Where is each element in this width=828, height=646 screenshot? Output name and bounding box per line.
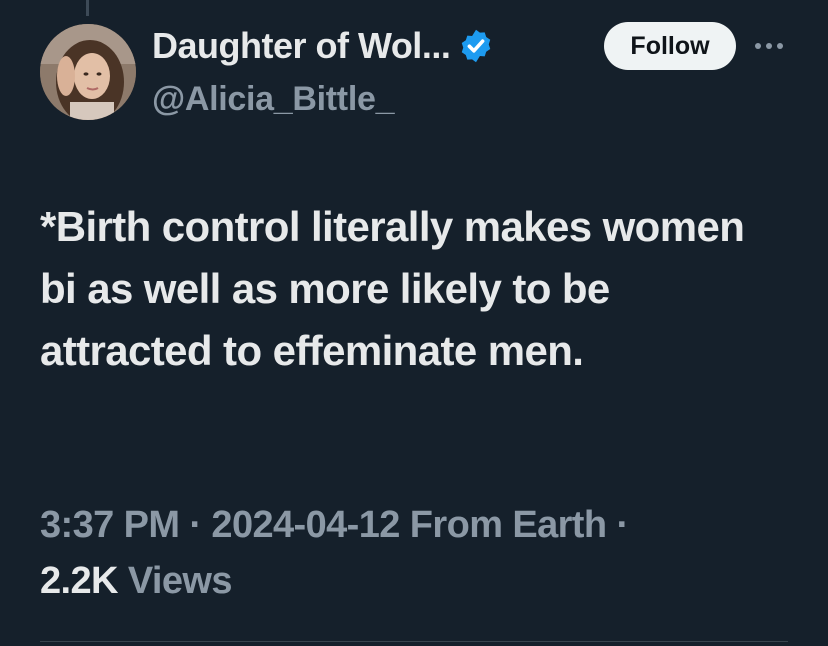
thread-connector-line [86,0,89,16]
avatar-image [40,24,136,120]
tweet-metadata: 3:37 PM · 2024-04-12 From Earth · [40,504,629,547]
bottom-divider [40,641,788,642]
author-display-name[interactable]: Daughter of Wol... [152,25,451,67]
follow-button[interactable]: Follow [604,22,736,70]
more-options-icon [755,43,783,49]
views-row: 2.2K Views [40,560,232,603]
verified-badge-icon[interactable] [458,28,494,64]
tweet-time[interactable]: 3:37 PM [40,504,180,546]
author-name-row: Daughter of Wol... [152,25,494,67]
author-handle[interactable]: @Alicia_Bittle_ [152,80,394,119]
tweet-text: *Birth control literally makes women bi … [40,203,745,374]
views-count: 2.2K [40,560,118,602]
tweet-date[interactable]: 2024-04-12 [211,504,400,546]
avatar[interactable] [40,24,136,120]
meta-separator-trailing: · [616,504,629,546]
tweet-source: From Earth [409,504,607,546]
views-label: Views [127,560,233,602]
meta-separator: · [189,504,202,546]
more-options-button[interactable] [752,32,786,60]
tweet-card: Daughter of Wol... @Alicia_Bittle_ Follo… [0,0,828,646]
